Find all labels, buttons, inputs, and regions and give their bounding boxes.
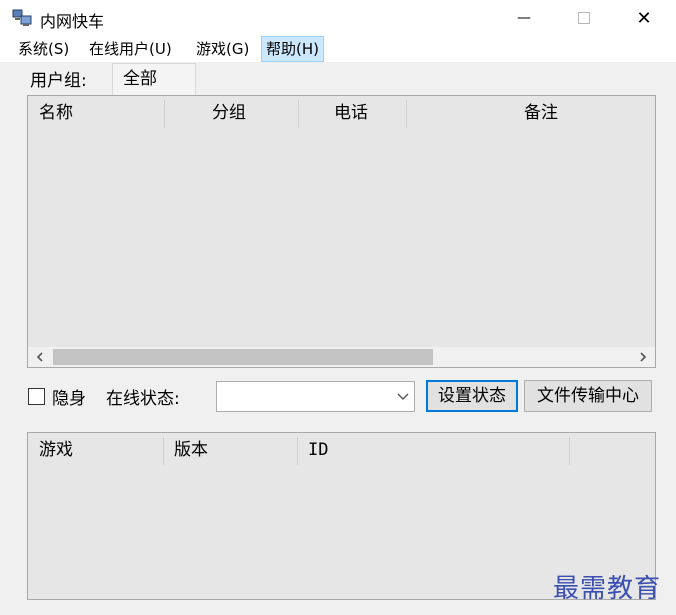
- column-divider[interactable]: [164, 100, 165, 128]
- column-header-version[interactable]: 版本: [174, 433, 208, 469]
- maximize-icon: [578, 12, 590, 24]
- column-divider[interactable]: [163, 437, 164, 465]
- hidden-checkbox[interactable]: [28, 388, 45, 405]
- close-button[interactable]: ✕: [614, 0, 674, 36]
- user-list[interactable]: 名称 分组 电话 备注: [27, 95, 656, 368]
- file-transfer-center-button[interactable]: 文件传输中心: [524, 380, 652, 412]
- menu-help[interactable]: 帮助(H): [261, 36, 324, 62]
- horizontal-scrollbar[interactable]: [28, 347, 655, 367]
- chevron-right-icon: [640, 352, 647, 362]
- window-title: 内网快车: [40, 12, 105, 31]
- column-divider[interactable]: [298, 100, 299, 128]
- minimize-icon: —: [517, 10, 531, 26]
- column-header-group[interactable]: 分组: [212, 96, 246, 132]
- online-status-select[interactable]: [216, 381, 415, 412]
- set-status-button[interactable]: 设置状态: [426, 380, 518, 412]
- scroll-left-button[interactable]: [28, 347, 52, 367]
- menu-system[interactable]: 系统(S): [14, 36, 73, 62]
- column-header-notes[interactable]: 备注: [524, 96, 558, 132]
- column-header-phone[interactable]: 电话: [334, 96, 368, 132]
- column-divider[interactable]: [297, 437, 298, 465]
- user-list-header: 名称 分组 电话 备注: [28, 96, 655, 132]
- menu-games[interactable]: 游戏(G): [192, 36, 253, 62]
- title-bar: 内网快车 — ✕: [0, 0, 676, 36]
- maximize-button[interactable]: [554, 0, 614, 36]
- column-header-game[interactable]: 游戏: [39, 433, 73, 469]
- column-divider[interactable]: [569, 437, 570, 465]
- game-list-header: 游戏 版本 ID: [28, 433, 655, 469]
- scroll-right-button[interactable]: [631, 347, 655, 367]
- online-status-label: 在线状态:: [106, 389, 180, 409]
- tab-all-users[interactable]: 全部: [112, 63, 196, 95]
- user-group-label: 用户组:: [30, 71, 87, 91]
- menu-online-users[interactable]: 在线用户(U): [85, 36, 176, 62]
- close-icon: ✕: [636, 7, 652, 29]
- column-header-name[interactable]: 名称: [39, 96, 73, 132]
- watermark-text: 最需教育: [553, 574, 662, 604]
- network-computers-icon: [12, 9, 32, 26]
- chevron-left-icon: [36, 352, 43, 362]
- column-header-id[interactable]: ID: [308, 433, 328, 469]
- menu-bar: 系统(S) 在线用户(U) 游戏(G) 帮助(H): [0, 36, 676, 62]
- column-divider[interactable]: [406, 100, 407, 128]
- hidden-checkbox-label[interactable]: 隐身: [52, 384, 86, 409]
- minimize-button[interactable]: —: [494, 0, 554, 36]
- scroll-thumb[interactable]: [53, 349, 433, 365]
- chevron-down-icon: [397, 393, 409, 400]
